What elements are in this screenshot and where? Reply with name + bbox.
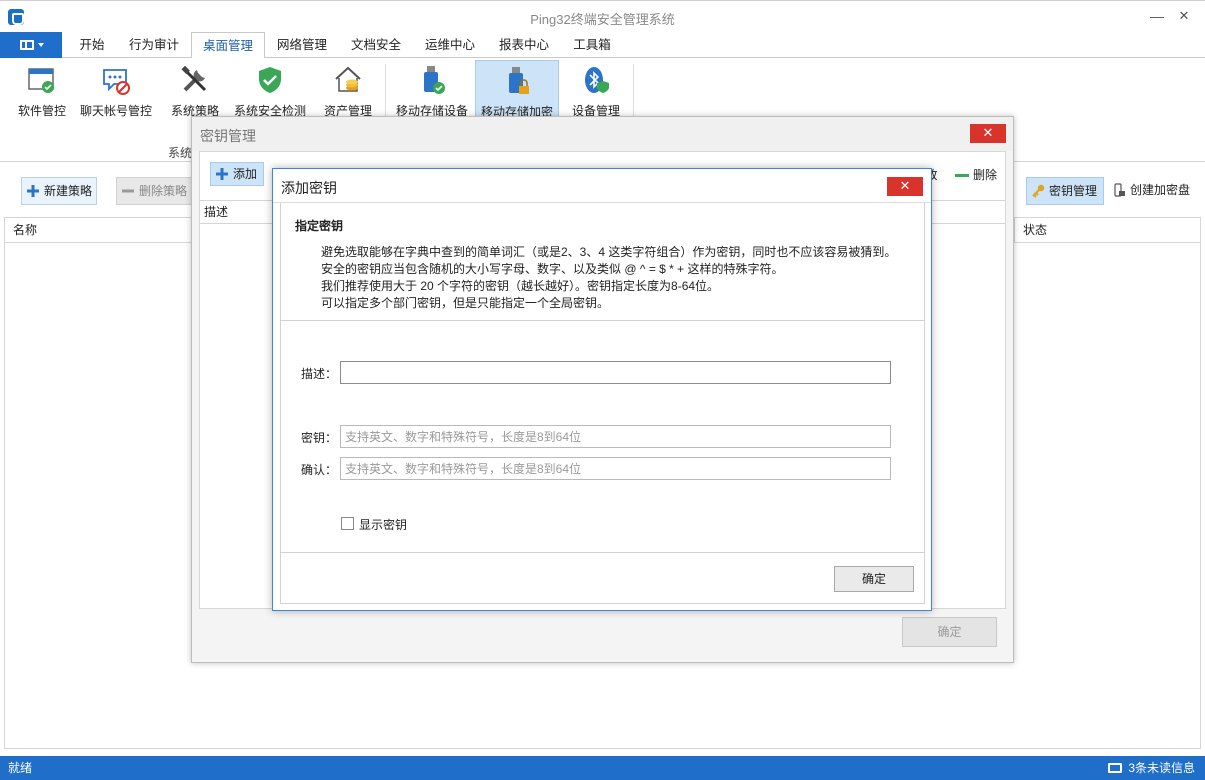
close-icon[interactable]: ✕ [887,177,923,196]
guidance-line: 避免选取能够在字典中查到的简单词汇（或是2、3、4 这类字符组合）作为密钥，同时… [321,245,897,259]
title-bar: Ping32终端安全管理系统 — ✕ [0,0,1205,32]
plus-icon [27,185,39,197]
bluetooth-shield-icon [585,67,609,93]
ribbon-group-label: 系统 [168,146,193,160]
new-policy-button[interactable]: 新建策略 [21,177,97,205]
tab-behavior-audit[interactable]: 行为审计 [122,32,186,58]
unread-messages[interactable]: 3条未读信息 [1108,756,1195,780]
guidance-line: 我们推荐使用大于 20 个字符的密钥（越长越好）。密钥指定长度为8-64位。 [321,279,720,293]
tab-toolbox[interactable]: 工具箱 [566,32,618,58]
add-key-button[interactable]: 添加 [210,162,264,186]
minus-icon [954,174,969,178]
close-icon[interactable]: ✕ [970,124,1006,143]
show-key-checkbox[interactable] [341,517,354,530]
plus-icon [216,168,228,180]
add-key-dialog: 添加密钥 ✕ 指定密钥 避免选取能够在字典中查到的简单词汇（或是2、3、4 这类… [272,168,932,611]
tab-ops-center[interactable]: 运维中心 [418,32,482,58]
house-coins-icon [335,66,361,92]
ribbon-label: 软件管控 [17,104,66,118]
delete-key-label: 删除 [972,168,997,182]
ribbon-system-policy[interactable]: 系统策略 [165,60,225,118]
column-status-header[interactable]: 状态 [1014,218,1200,243]
menu-grid-icon [20,40,34,50]
status-bar: 就绪 3条未读信息 [0,756,1205,780]
delete-policy-label: 删除策略 [139,184,188,198]
confirm-key-input[interactable] [340,457,891,480]
app-menu-button[interactable] [0,32,62,58]
ribbon-storage-encryption[interactable]: 移动存储加密 [475,60,559,120]
ribbon-label: 聊天帐号管控 [79,104,152,118]
new-policy-label: 新建策略 [44,184,93,198]
key-input[interactable] [340,425,891,448]
ribbon-asset-management[interactable]: 资产管理 [318,60,378,118]
window-title: Ping32终端安全管理系统 [530,12,675,27]
chevron-down-icon [38,43,44,47]
tab-document-security[interactable]: 文档安全 [344,32,408,58]
description-input[interactable] [340,361,891,384]
create-encrypted-disk-label: 创建加密盘 [1130,183,1191,197]
unread-messages-label: 3条未读信息 [1128,761,1195,775]
ribbon-device-management[interactable]: 设备管理 [566,60,626,118]
minus-icon [122,189,134,193]
usb-check-icon [424,66,445,94]
add-key-form: 描述： 密钥： 确认： 显示密钥 [281,321,924,553]
minimize-button[interactable]: — [1143,5,1171,29]
close-window-button[interactable]: ✕ [1170,5,1198,29]
column-name-header[interactable]: 名称 [5,218,191,243]
tab-report-center[interactable]: 报表中心 [492,32,556,58]
ribbon-security-check[interactable]: 系统安全检测 [230,60,310,118]
tab-network-management[interactable]: 网络管理 [270,32,334,58]
key-management-label: 密钥管理 [1049,184,1098,198]
ribbon-software-control[interactable]: 软件管控 [12,60,72,118]
software-window-icon [28,68,54,93]
add-key-label: 添加 [233,167,258,181]
shield-check-icon [259,67,281,93]
guidance-line: 可以指定多个部门密钥，但是只能指定一个全局密钥。 [321,296,610,310]
key-management-button[interactable]: 密钥管理 [1026,177,1104,205]
key-label: 密钥： [301,431,338,445]
confirm-label: 确认： [301,463,338,477]
add-key-ok-button[interactable]: 确定 [834,566,914,592]
dialog-title: 添加密钥 [281,180,337,196]
ribbon-chat-account-control[interactable]: 聊天帐号管控 [76,60,156,118]
usb-lock-icon [509,67,529,94]
status-text: 就绪 [8,761,33,775]
delete-key-button[interactable]: 删除 [954,168,997,182]
key-guidance: 指定密钥 避免选取能够在字典中查到的简单词汇（或是2、3、4 这类字符组合）作为… [281,203,924,321]
description-label: 描述： [301,367,338,381]
chat-forbidden-icon [103,69,130,95]
ribbon-separator [385,64,386,118]
ribbon-separator [633,64,634,118]
delete-policy-button[interactable]: 删除策略 [116,177,192,205]
usb-disk-icon [1114,183,1125,197]
add-key-content: 指定密钥 避免选取能够在字典中查到的简单词汇（或是2、3、4 这类字符组合）作为… [280,203,925,604]
show-key-label[interactable]: 显示密钥 [359,516,407,533]
tab-start[interactable]: 开始 [68,32,116,58]
dialog-title: 密钥管理 [200,128,256,144]
guidance-line: 安全的密钥应当包含随机的大小写字母、数字、以及类似 @ ^ = $ * + 这样… [321,262,784,276]
create-encrypted-disk-button[interactable]: 创建加密盘 [1108,177,1198,205]
message-icon [1108,763,1123,773]
key-icon [1032,184,1045,198]
tools-icon [181,65,207,92]
guidance-heading: 指定密钥 [295,219,344,233]
key-dialog-ok-button[interactable]: 确定 [902,617,997,647]
ribbon-tabs: 开始 行为审计 桌面管理 网络管理 文档安全 运维中心 报表中心 工具箱 [0,32,1205,59]
tab-desktop-management[interactable]: 桌面管理 [191,32,265,59]
dialog-header: 添加密钥 ✕ [273,169,931,203]
ribbon-removable-storage[interactable]: 移动存储设备 [392,60,472,118]
dialog-header: 密钥管理 ✕ [192,117,1013,151]
